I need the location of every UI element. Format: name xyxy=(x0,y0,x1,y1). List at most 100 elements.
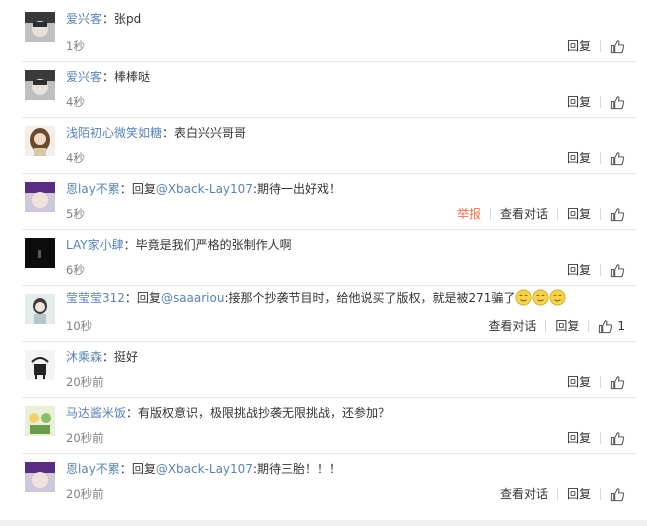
comment-item: 恩lay不累：回复@Xback-Lay107:期待三胎！！！ 20秒前 查看对话… xyxy=(0,454,647,516)
timestamp: 20秒前 xyxy=(66,487,104,501)
comment-text: 沐乘森：挺好 xyxy=(66,350,139,364)
face-emoji xyxy=(532,289,549,306)
comment-list: 爱兴客：张pd 1秒 回复 爱兴客：棒棒哒 4秒 回复 浅陌初心微笑如糖：表白兴… xyxy=(0,0,647,526)
comment-actions: 回复 xyxy=(558,36,625,56)
avatar[interactable] xyxy=(25,462,55,492)
username-link[interactable]: 恩lay不累 xyxy=(66,182,120,196)
reply-button[interactable]: 回复 xyxy=(558,372,600,392)
avatar[interactable] xyxy=(25,406,55,436)
username-link[interactable]: 浅陌初心微笑如糖 xyxy=(66,126,162,140)
reply-button[interactable]: 回复 xyxy=(558,428,600,448)
comment-actions: 举报 查看对话 回复 xyxy=(448,204,625,224)
face-emoji xyxy=(549,289,566,306)
mention-link[interactable]: @Xback-Lay107 xyxy=(156,182,253,196)
comment-actions: 回复 xyxy=(558,260,625,280)
username-link[interactable]: LAY家小肆 xyxy=(66,238,124,252)
reply-button[interactable]: 回复 xyxy=(558,92,600,112)
reply-button[interactable]: 回复 xyxy=(558,484,600,504)
thumbs-up-icon xyxy=(610,375,625,389)
reply-button[interactable]: 回复 xyxy=(558,148,600,168)
avatar[interactable] xyxy=(25,12,55,42)
thumbs-up-icon xyxy=(610,95,625,109)
username-link[interactable]: 马达酱米饭 xyxy=(66,406,126,420)
comment-actions: 回复 xyxy=(558,372,625,392)
comment-item: 沐乘森：挺好 20秒前 回复 xyxy=(0,342,647,398)
avatar[interactable] xyxy=(25,294,55,324)
comment-content: 有版权意识，极限挑战抄袭无限挑战，还参加？ xyxy=(138,406,391,420)
thumbs-up-icon xyxy=(610,263,625,277)
comment-item: 爱兴客：棒棒哒 4秒 回复 xyxy=(0,62,647,118)
like-button[interactable] xyxy=(601,263,625,278)
avatar[interactable] xyxy=(25,182,55,212)
comment-item: 马达酱米饭：有版权意识，极限挑战抄袭无限挑战，还参加？ 20秒前 回复 xyxy=(0,398,647,454)
timestamp: 20秒前 xyxy=(66,375,104,389)
comment-text: 浅陌初心微笑如糖：表白兴兴哥哥 xyxy=(66,126,247,140)
like-button[interactable] xyxy=(601,39,625,54)
comment-content: 毕竟是我们严格的张制作人啊 xyxy=(135,238,292,252)
comment-actions: 回复 xyxy=(558,428,625,448)
username-link[interactable]: 莹莹莹312 xyxy=(66,291,125,305)
comment-content: 张pd xyxy=(114,12,142,26)
timestamp: 6秒 xyxy=(66,263,85,277)
reply-prefix: 回复 xyxy=(131,462,156,476)
comment-content: :期待一出好戏！ xyxy=(252,182,341,196)
comment-text: 爱兴客：棒棒哒 xyxy=(66,70,151,84)
comment-item: 爱兴客：张pd 1秒 回复 xyxy=(0,0,647,62)
mention-link[interactable]: @Xback-Lay107 xyxy=(156,462,253,476)
comment-actions: 回复 xyxy=(558,148,625,168)
view-conversation-button[interactable]: 查看对话 xyxy=(479,316,545,336)
avatar[interactable] xyxy=(25,238,55,268)
like-button[interactable] xyxy=(601,375,625,390)
timestamp: 5秒 xyxy=(66,207,85,221)
comment-content: 棒棒哒 xyxy=(114,70,151,84)
like-button[interactable] xyxy=(601,207,625,222)
comment-text: 马达酱米饭：有版权意识，极限挑战抄袭无限挑战，还参加？ xyxy=(66,406,391,420)
comment-text: LAY家小肆：毕竟是我们严格的张制作人啊 xyxy=(66,238,292,252)
timestamp: 4秒 xyxy=(66,151,85,165)
username-link[interactable]: 爱兴客 xyxy=(66,12,102,26)
timestamp: 4秒 xyxy=(66,95,85,109)
reply-button[interactable]: 回复 xyxy=(546,316,588,336)
comment-content: :期待三胎！！！ xyxy=(252,462,341,476)
view-conversation-button[interactable]: 查看对话 xyxy=(491,204,557,224)
comment-item: 浅陌初心微笑如糖：表白兴兴哥哥 4秒 回复 xyxy=(0,118,647,174)
comment-content: 表白兴兴哥哥 xyxy=(174,126,247,140)
comment-text: 莹莹莹312：回复@saaariou:接那个抄袭节目时，给他说买了版权，就是被2… xyxy=(66,289,566,307)
reply-prefix: 回复 xyxy=(136,291,161,305)
thumbs-up-icon xyxy=(610,431,625,445)
comment-item: LAY家小肆：毕竟是我们严格的张制作人啊 6秒 回复 xyxy=(0,230,647,286)
like-button[interactable] xyxy=(601,151,625,166)
report-button[interactable]: 举报 xyxy=(448,204,490,224)
like-button[interactable] xyxy=(601,431,625,446)
reply-button[interactable]: 回复 xyxy=(558,36,600,56)
thumbs-up-icon xyxy=(610,39,625,53)
avatar[interactable] xyxy=(25,126,55,156)
comment-actions: 查看对话 回复 1 xyxy=(479,316,625,336)
comment-content: 挺好 xyxy=(114,350,139,364)
reply-prefix: 回复 xyxy=(131,182,156,196)
like-button[interactable] xyxy=(601,487,625,502)
avatar[interactable] xyxy=(25,350,55,380)
comment-item: 恩lay不累：回复@Xback-Lay107:期待一出好戏！ 5秒 举报 查看对… xyxy=(0,174,647,230)
avatar[interactable] xyxy=(25,70,55,100)
comment-item: 莹莹莹312：回复@saaariou:接那个抄袭节目时，给他说买了版权，就是被2… xyxy=(0,286,647,342)
comment-content: :接那个抄袭节目时，给他说买了版权，就是被271骗了 xyxy=(224,291,516,305)
like-button[interactable]: 1 xyxy=(589,319,625,334)
view-conversation-button[interactable]: 查看对话 xyxy=(491,484,557,504)
comment-actions: 查看对话 回复 xyxy=(491,484,625,504)
face-emoji xyxy=(515,289,532,306)
thumbs-up-icon xyxy=(599,319,613,333)
timestamp: 10秒 xyxy=(66,319,93,333)
comment-actions: 回复 xyxy=(558,92,625,112)
like-count: 1 xyxy=(617,319,625,333)
username-link[interactable]: 沐乘森 xyxy=(66,350,102,364)
thumbs-up-icon xyxy=(610,207,625,221)
username-link[interactable]: 爱兴客 xyxy=(66,70,102,84)
mention-link[interactable]: @saaariou xyxy=(161,291,225,305)
like-button[interactable] xyxy=(601,95,625,110)
reply-button[interactable]: 回复 xyxy=(558,260,600,280)
reply-button[interactable]: 回复 xyxy=(558,204,600,224)
username-link[interactable]: 恩lay不累 xyxy=(66,462,120,476)
comment-text: 爱兴客：张pd xyxy=(66,12,142,26)
thumbs-up-icon xyxy=(610,487,625,501)
